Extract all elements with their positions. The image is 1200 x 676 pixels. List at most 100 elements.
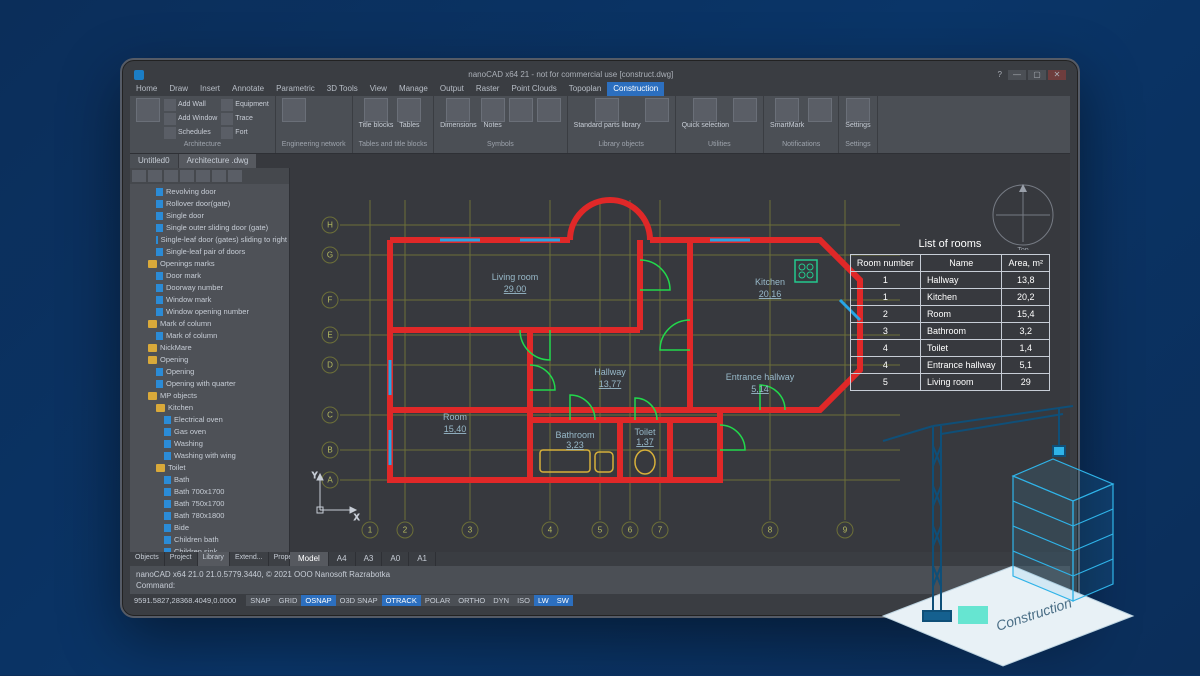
tree-item[interactable]: Window mark: [132, 294, 287, 306]
status-toggle-iso[interactable]: ISO: [513, 595, 534, 606]
symbol-extra1-icon[interactable]: [509, 98, 533, 122]
tree-item[interactable]: Mark of column: [132, 318, 287, 330]
tree-item[interactable]: Washing: [132, 438, 287, 450]
room-icon[interactable]: [136, 98, 160, 122]
tab-construction[interactable]: Construction: [607, 82, 664, 96]
sidetab-library[interactable]: Library: [198, 552, 230, 566]
drawing-canvas[interactable]: 123456789 ABCDEFGH: [290, 168, 1070, 552]
tab-annotate[interactable]: Annotate: [226, 82, 270, 96]
tab-3dtools[interactable]: 3D Tools: [321, 82, 364, 96]
model-tab[interactable]: Model: [290, 552, 329, 566]
tree-item[interactable]: Bath 700x1700: [132, 486, 287, 498]
tree-item[interactable]: Single-leaf door (gates) sliding to righ…: [132, 234, 287, 246]
tree-item[interactable]: Opening with quarter: [132, 378, 287, 390]
tree-item[interactable]: Doorway number: [132, 282, 287, 294]
status-toggle-o3d snap[interactable]: O3D SNAP: [336, 595, 382, 606]
status-toggle-sw[interactable]: SW: [553, 595, 573, 606]
tree-item[interactable]: Bath: [132, 474, 287, 486]
status-toggle-otrack[interactable]: OTRACK: [382, 595, 421, 606]
status-toggle-ortho[interactable]: ORTHO: [454, 595, 489, 606]
tree-item[interactable]: Door mark: [132, 270, 287, 282]
lib-btn7[interactable]: [228, 170, 242, 182]
tab-raster[interactable]: Raster: [470, 82, 506, 96]
tab-parametric[interactable]: Parametric: [270, 82, 321, 96]
lib-btn3[interactable]: [164, 170, 178, 182]
tree-item[interactable]: MP objects: [132, 390, 287, 402]
tree-item[interactable]: Bath 750x1700: [132, 498, 287, 510]
tree-item[interactable]: Children bath: [132, 534, 287, 546]
sidetab-objects[interactable]: Objects: [130, 552, 165, 566]
library-tree[interactable]: Revolving doorRollover door(gate)Single …: [130, 184, 289, 552]
layout-a3[interactable]: A3: [356, 552, 383, 566]
tree-item[interactable]: Rollover door(gate): [132, 198, 287, 210]
tab-output[interactable]: Output: [434, 82, 470, 96]
scale-indicator[interactable]: m1:50: [1045, 596, 1066, 605]
smartmark-icon[interactable]: [775, 98, 799, 122]
layout-a1[interactable]: A1: [409, 552, 436, 566]
settings-icon[interactable]: [846, 98, 870, 122]
minimize-button[interactable]: —: [1008, 70, 1026, 80]
lib-btn1[interactable]: [132, 170, 146, 182]
lib-btn5[interactable]: [196, 170, 210, 182]
tree-item[interactable]: Mark of column: [132, 330, 287, 342]
add-window-btn[interactable]: Add Window: [164, 112, 217, 126]
lib-btn2[interactable]: [148, 170, 162, 182]
doc-tab-architecture[interactable]: Architecture .dwg: [179, 154, 258, 168]
layout-a0[interactable]: A0: [382, 552, 409, 566]
tab-insert[interactable]: Insert: [194, 82, 226, 96]
quicksel-icon[interactable]: [693, 98, 717, 122]
tree-item[interactable]: Window opening number: [132, 306, 287, 318]
status-toggle-lw[interactable]: LW: [534, 595, 553, 606]
status-toggle-snap[interactable]: SNAP: [246, 595, 274, 606]
tree-item[interactable]: Single door: [132, 210, 287, 222]
tab-home[interactable]: Home: [130, 82, 163, 96]
tree-item[interactable]: Kitchen: [132, 402, 287, 414]
doc-tab-untitled[interactable]: Untitled0: [130, 154, 179, 168]
tree-item[interactable]: Electrical oven: [132, 414, 287, 426]
notif-extra-icon[interactable]: [808, 98, 832, 122]
engnet-icon[interactable]: [282, 98, 306, 122]
tables-icon[interactable]: [397, 98, 421, 122]
tree-item[interactable]: Revolving door: [132, 186, 287, 198]
tree-item[interactable]: Washing with wing: [132, 450, 287, 462]
tree-item[interactable]: Opening: [132, 354, 287, 366]
util-extra-icon[interactable]: [733, 98, 757, 122]
tree-item[interactable]: Toilet: [132, 462, 287, 474]
equipment-btn[interactable]: Equipment: [221, 98, 268, 112]
window-help[interactable]: ?: [992, 70, 1008, 79]
sidetab-project[interactable]: Project: [165, 552, 198, 566]
lib-extra-icon[interactable]: [645, 98, 669, 122]
command-line[interactable]: nanoCAD x64 21.0 21.0.5779.3440, © 2021 …: [130, 566, 1070, 594]
model-indicator[interactable]: MODEL: [950, 596, 977, 605]
tab-draw[interactable]: Draw: [163, 82, 194, 96]
tree-item[interactable]: Bath 780x1800: [132, 510, 287, 522]
tree-item[interactable]: NickMare: [132, 342, 287, 354]
tree-item[interactable]: Bide: [132, 522, 287, 534]
lib-btn6[interactable]: [212, 170, 226, 182]
tab-topoplan[interactable]: Topoplan: [563, 82, 607, 96]
tab-pointclouds[interactable]: Point Clouds: [505, 82, 562, 96]
tab-manage[interactable]: Manage: [393, 82, 434, 96]
status-toggle-grid[interactable]: GRID: [275, 595, 302, 606]
tree-item[interactable]: Gas oven: [132, 426, 287, 438]
fort-btn[interactable]: Fort: [221, 126, 268, 140]
tree-item[interactable]: Openings marks: [132, 258, 287, 270]
dimensions-icon[interactable]: [446, 98, 470, 122]
status-toggle-dyn[interactable]: DYN: [489, 595, 513, 606]
lib-btn4[interactable]: [180, 170, 194, 182]
trace-btn[interactable]: Trace: [221, 112, 268, 126]
status-toggle-polar[interactable]: POLAR: [421, 595, 454, 606]
schedules-btn[interactable]: Schedules: [164, 126, 217, 140]
tab-view[interactable]: View: [364, 82, 393, 96]
layout-a4[interactable]: A4: [329, 552, 356, 566]
notes-icon[interactable]: [481, 98, 505, 122]
sidetab-extend[interactable]: Extend...: [230, 552, 269, 566]
status-toggle-osnap[interactable]: OSNAP: [301, 595, 335, 606]
close-button[interactable]: ✕: [1048, 70, 1066, 80]
titleblocks-icon[interactable]: [364, 98, 388, 122]
tree-item[interactable]: Single outer sliding door (gate): [132, 222, 287, 234]
symbol-extra2-icon[interactable]: [537, 98, 561, 122]
maximize-button[interactable]: ▢: [1028, 70, 1046, 80]
stdparts-icon[interactable]: [595, 98, 619, 122]
tree-item[interactable]: Single-leaf pair of doors: [132, 246, 287, 258]
